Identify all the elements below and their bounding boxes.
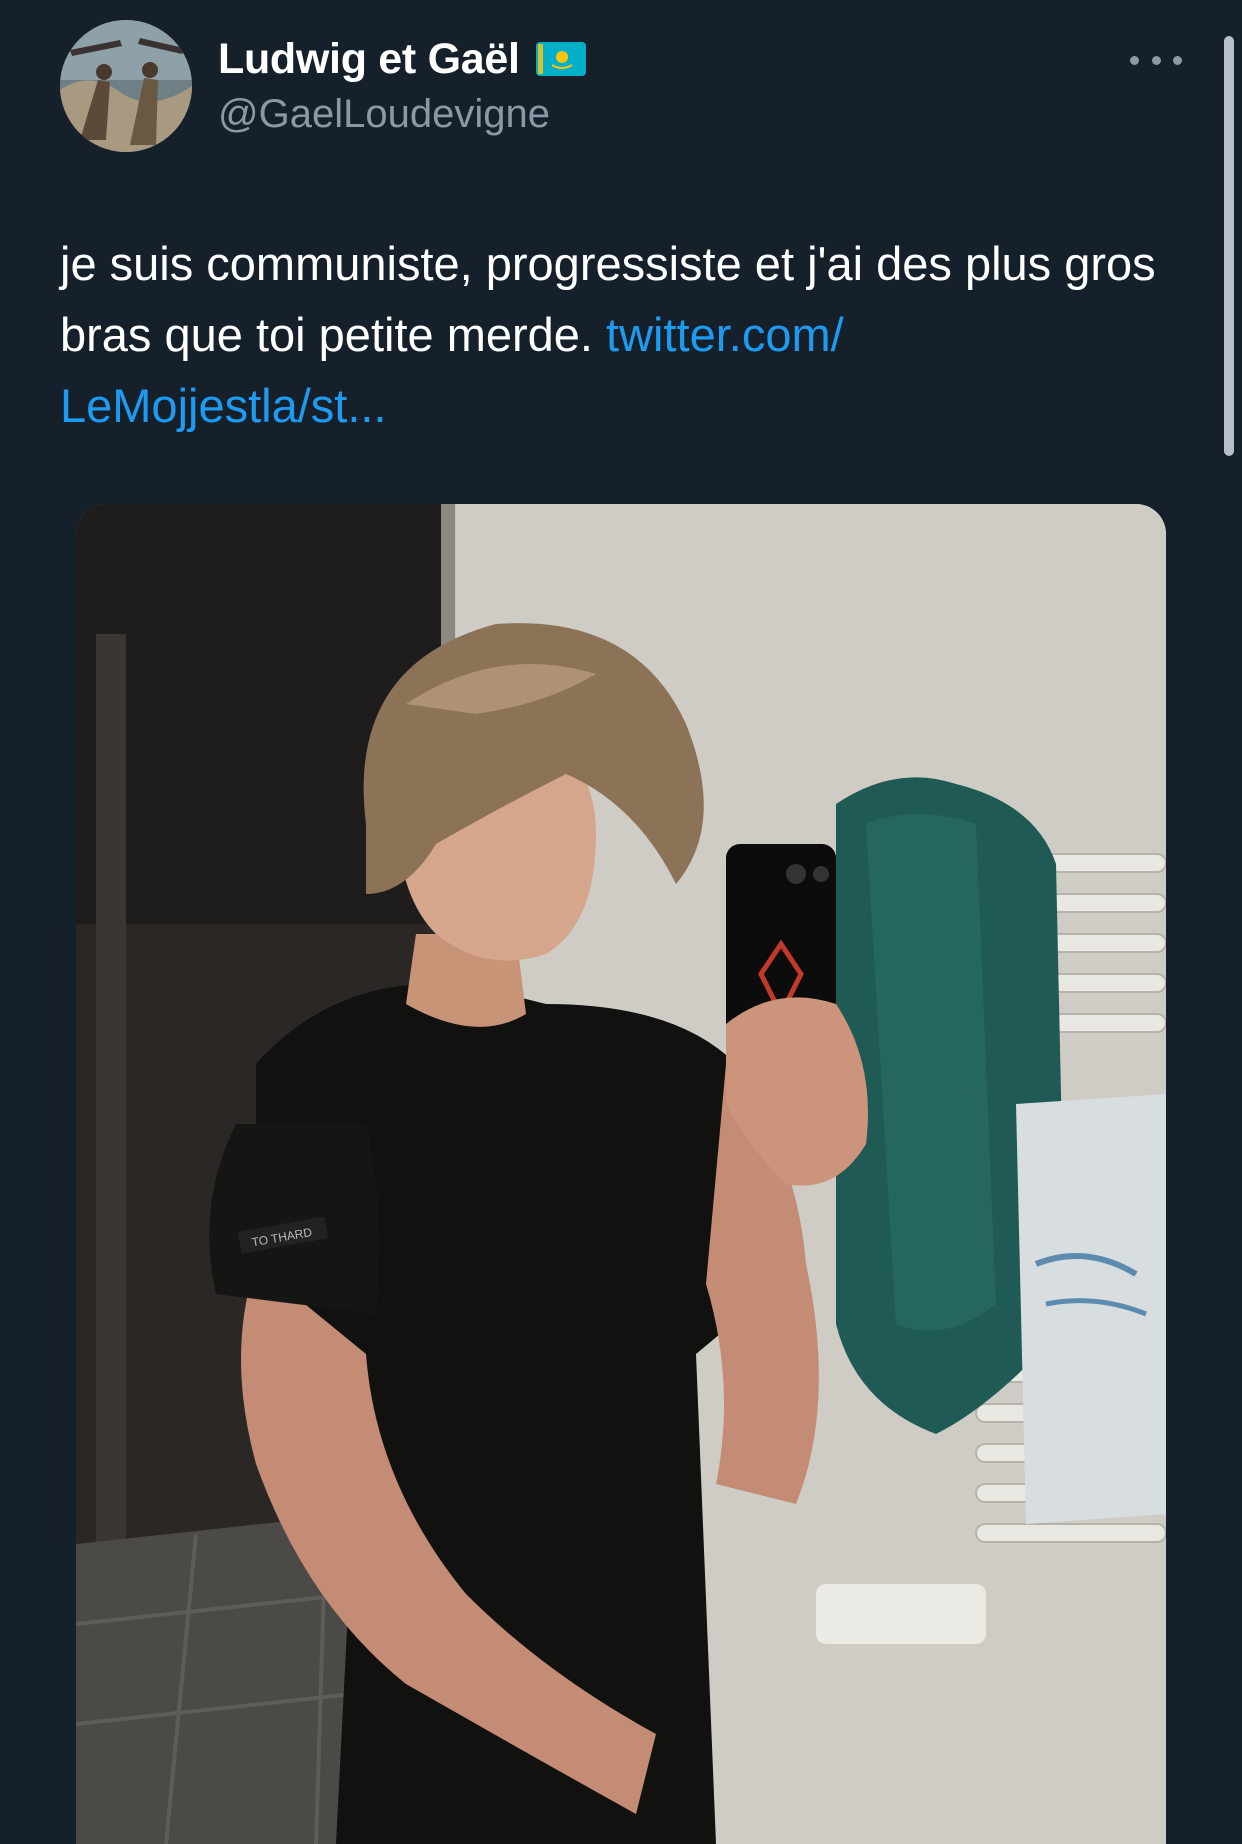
author-handle[interactable]: @GaelLoudevigne: [218, 92, 586, 137]
more-options-button[interactable]: [1130, 46, 1182, 74]
tweet-link-part2: LeMojjestla/st...: [60, 379, 387, 432]
tweet-link-part1: twitter.com/: [606, 308, 844, 361]
tweet-media-photo[interactable]: TO THARD: [76, 504, 1166, 1844]
scrollbar[interactable]: [1224, 36, 1234, 456]
kazakhstan-flag-icon: [535, 42, 586, 76]
tweet: Ludwig et Gaël @GaelLoudevigne je suis c…: [0, 0, 1242, 1844]
author-name-row: Ludwig et Gaël: [218, 30, 586, 88]
avatar[interactable]: [60, 20, 192, 152]
mirror-selfie-image: TO THARD: [76, 504, 1166, 1844]
avatar-image: [60, 20, 192, 152]
more-horizontal-icon: [1130, 55, 1139, 65]
more-horizontal-icon: [1151, 55, 1161, 65]
more-horizontal-icon: [1173, 55, 1182, 65]
author-block: Ludwig et Gaël @GaelLoudevigne: [218, 30, 586, 137]
tweet-text: je suis communiste, progressiste et j'ai…: [60, 228, 1170, 441]
author-display-name[interactable]: Ludwig et Gaël: [218, 35, 520, 84]
